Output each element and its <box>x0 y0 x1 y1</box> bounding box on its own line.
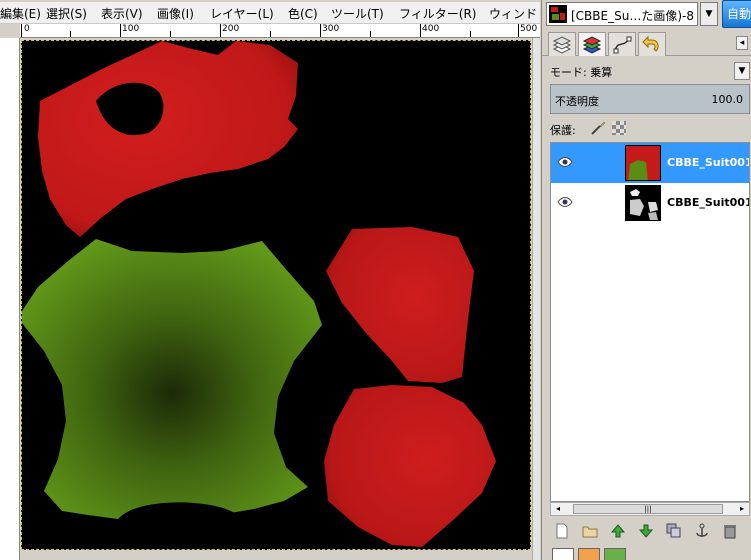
green-body-piece <box>22 239 322 519</box>
mode-select[interactable]: モード: 乗算 <box>550 64 612 80</box>
ruler-label: 300 <box>322 24 340 34</box>
layer-row[interactable]: CBBE_Suit001g <box>551 183 749 223</box>
ruler-tick <box>170 31 171 37</box>
layer-name: CBBE_Suit001g <box>667 196 749 209</box>
delete-layer-icon[interactable] <box>722 523 738 539</box>
ruler-tick <box>320 24 321 37</box>
menu-view[interactable]: 表示(V) <box>101 5 143 22</box>
vertical-ruler[interactable] <box>0 38 20 560</box>
ruler-tick <box>70 31 71 37</box>
ruler-tick <box>470 31 471 37</box>
dock-tab-icon[interactable] <box>604 548 626 560</box>
image-thumbnail-icon <box>549 5 567 23</box>
lock-row: 保護: <box>542 118 751 140</box>
dock-tabs: ◂ <box>542 30 751 56</box>
anchor-layer-icon[interactable] <box>694 523 710 539</box>
scroll-right-icon[interactable]: ▸ <box>736 504 748 514</box>
ruler-tick <box>370 31 371 37</box>
image-window: 編集(E) 選択(S) 表示(V) 画像(I) レイヤー(L) 色(C) ツール… <box>0 0 540 560</box>
ruler-label: 500 <box>520 24 538 34</box>
image-canvas[interactable] <box>21 40 531 550</box>
lock-label: 保護: <box>550 124 576 137</box>
ruler-label: 100 <box>122 24 140 34</box>
ruler-tick <box>21 24 22 37</box>
tab-menu-icon[interactable]: ◂ <box>736 36 748 50</box>
eye-icon[interactable] <box>557 155 573 169</box>
horizontal-ruler[interactable]: 0 100 200 300 400 500 <box>20 24 540 38</box>
layer-thumbnail <box>625 185 661 221</box>
layer-thumbnail <box>625 145 661 181</box>
raise-layer-icon[interactable] <box>610 523 626 539</box>
menu-filters[interactable]: フィルター(R) <box>399 5 476 22</box>
ruler-tick <box>220 24 221 37</box>
menubar: 編集(E) 選択(S) 表示(V) 画像(I) レイヤー(L) 色(C) ツール… <box>0 2 540 24</box>
ruler-label: 0 <box>24 24 30 34</box>
menu-windows[interactable]: ウィンド <box>489 5 537 22</box>
canvas-vertical-scrollbar[interactable] <box>532 38 540 560</box>
dock-tab-icon[interactable] <box>578 548 600 560</box>
scroll-left-icon[interactable]: ◂ <box>552 504 564 514</box>
image-title: [CBBE_Su…た画像)-8 <box>571 9 694 23</box>
menu-select[interactable]: 選択(S) <box>46 5 87 22</box>
red-sleeve-piece-lower <box>324 385 496 547</box>
menu-colors[interactable]: 色(C) <box>288 5 318 22</box>
ruler-tick <box>120 24 121 37</box>
opacity-label: 不透明度 <box>555 95 599 108</box>
paths-icon[interactable] <box>608 32 636 56</box>
scroll-thumb[interactable]: ||| <box>573 504 723 514</box>
eye-icon[interactable] <box>557 195 573 209</box>
layers-horizontal-scrollbar[interactable]: ◂ ||| ▸ <box>550 502 750 516</box>
menu-tools[interactable]: ツール(T) <box>331 5 384 22</box>
menu-edit[interactable]: 編集(E) <box>0 5 41 22</box>
chevron-down-icon[interactable]: ▼ <box>700 2 718 26</box>
layers-icon[interactable] <box>548 32 576 56</box>
lock-pixels-icon[interactable] <box>590 120 606 136</box>
mode-row: モード: 乗算 ▼ <box>542 60 751 82</box>
layers-dock: [CBBE_Su…た画像)-8 ▼ 自動 ◂ モード: 乗算 ▼ 不透明度 10… <box>541 0 751 560</box>
undo-history-icon[interactable] <box>638 32 666 56</box>
image-selector[interactable]: [CBBE_Su…た画像)-8 <box>546 2 698 26</box>
lock-alpha-icon[interactable] <box>612 121 626 135</box>
duplicate-layer-icon[interactable] <box>666 523 682 539</box>
layer-row[interactable]: CBBE_Suit001g <box>551 143 749 183</box>
layers-list: CBBE_Suit001g CBBE_Suit001g <box>550 142 750 502</box>
auto-button[interactable]: 自動 <box>722 0 751 28</box>
opacity-slider[interactable]: 不透明度 100.0 <box>550 84 750 114</box>
ruler-tick <box>420 24 421 37</box>
menu-image[interactable]: 画像(I) <box>157 5 194 22</box>
ruler-label: 400 <box>422 24 440 34</box>
dock-tab-icon[interactable] <box>552 548 574 560</box>
red-sleeve-piece-upper <box>326 227 474 383</box>
channels-icon[interactable] <box>578 32 606 56</box>
texture-image <box>22 41 496 549</box>
opacity-value: 100.0 <box>711 93 744 106</box>
open-layer-icon[interactable] <box>582 523 598 539</box>
red-torso-piece <box>38 41 298 237</box>
bottom-dock-tabs <box>550 548 750 560</box>
new-layer-icon[interactable] <box>554 523 570 539</box>
layer-name: CBBE_Suit001g <box>667 156 749 169</box>
lower-layer-icon[interactable] <box>638 523 654 539</box>
ruler-label: 200 <box>222 24 240 34</box>
ruler-tick <box>270 31 271 37</box>
menu-layer[interactable]: レイヤー(L) <box>210 5 274 22</box>
gimp-workspace: 編集(E) 選択(S) 表示(V) 画像(I) レイヤー(L) 色(C) ツール… <box>0 0 751 560</box>
chevron-down-icon[interactable]: ▼ <box>734 62 750 80</box>
layer-buttons <box>550 520 750 542</box>
ruler-tick <box>518 24 519 37</box>
